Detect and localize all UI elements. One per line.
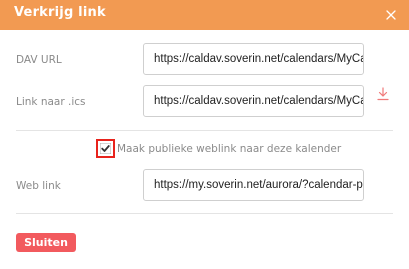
checkmark-icon [100, 143, 111, 154]
web-link-field[interactable]: https://my.soverin.net/aurora/?calendar-… [143, 169, 364, 201]
web-link-label: Web link [16, 180, 61, 192]
dialog-title: Verkrijg link [14, 5, 106, 20]
dav-url-label: DAV URL [16, 54, 62, 66]
download-icon[interactable] [376, 86, 390, 102]
divider [16, 130, 393, 131]
ics-link-label: Link naar .ics [16, 96, 86, 108]
ics-link-field[interactable]: https://caldav.soverin.net/calendars/MyC… [143, 85, 364, 117]
close-button[interactable]: Sluiten [16, 233, 76, 252]
divider [16, 213, 393, 214]
dialog-header: Verkrijg link [0, 0, 409, 30]
close-icon[interactable] [384, 7, 398, 21]
public-link-checkbox-label: Maak publieke weblink naar deze kalender [117, 143, 342, 155]
dav-url-field[interactable]: https://caldav.soverin.net/calendars/MyC… [143, 43, 364, 75]
public-link-checkbox[interactable] [96, 139, 115, 158]
get-link-dialog: Verkrijg link DAV URL https://caldav.sov… [0, 0, 409, 269]
